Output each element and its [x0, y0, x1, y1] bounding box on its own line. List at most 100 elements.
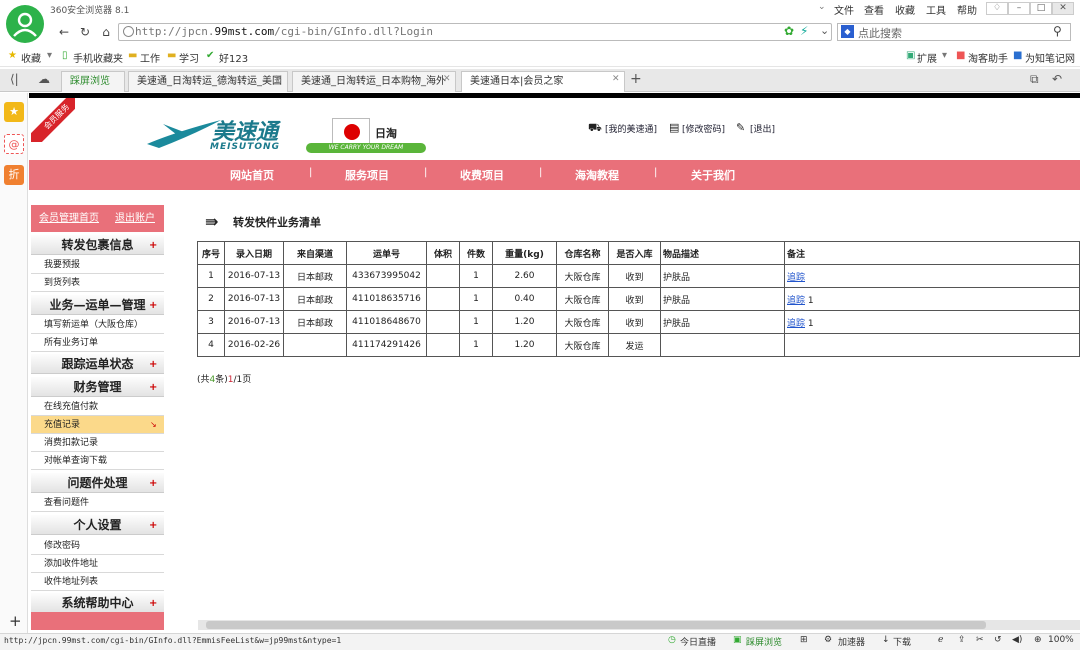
nav-fees[interactable]: 收费项目: [460, 167, 504, 183]
mail-icon[interactable]: @: [4, 134, 24, 154]
track-link[interactable]: 追踪: [787, 319, 805, 329]
tab-close-icon[interactable]: ✕: [612, 74, 620, 84]
menu-view[interactable]: 查看: [864, 2, 884, 17]
bookmark-mobile[interactable]: 手机收藏夹: [73, 50, 123, 65]
tab-page-2[interactable]: 美速通_日淘转运_日本购物_海外: [292, 71, 456, 92]
discount-icon[interactable]: 折: [4, 165, 24, 185]
my-account-link[interactable]: [我的美速通]: [605, 122, 657, 135]
nav-about[interactable]: 关于我们: [691, 167, 735, 183]
sidebar-item-statements[interactable]: 对帐单查询下载: [31, 452, 164, 470]
member-home-link[interactable]: 会员管理首页: [39, 209, 99, 224]
close-icon[interactable]: ✕: [1052, 2, 1074, 15]
sidebar-item-all-orders[interactable]: 所有业务订单: [31, 334, 164, 352]
sidebar-item-deductions[interactable]: 消费扣款记录: [31, 434, 164, 452]
chevron-down-icon[interactable]: ▾: [47, 50, 52, 61]
track-link[interactable]: 追踪: [787, 296, 805, 306]
bookmark-work[interactable]: 工作: [140, 50, 160, 65]
network-icon[interactable]: ⊞: [800, 635, 808, 645]
nav-home[interactable]: 网站首页: [230, 167, 274, 183]
add-icon[interactable]: +: [9, 612, 22, 630]
status-live[interactable]: 今日直播: [680, 635, 716, 648]
bookmark-wiznote[interactable]: 为知笔记网: [1025, 50, 1075, 65]
sidebar-section-finance[interactable]: 财务管理: [31, 377, 164, 397]
screenshot-icon[interactable]: ✂: [976, 635, 984, 645]
status-reading-mode[interactable]: 踩屏浏览: [746, 635, 782, 648]
cell-weight: 0.40: [492, 287, 557, 311]
bookmark-taoke[interactable]: 淘客助手: [968, 50, 1008, 65]
track-link[interactable]: 追踪: [787, 273, 805, 283]
lightning-icon[interactable]: ⚡: [800, 24, 808, 38]
ie-mode-icon[interactable]: ℯ: [938, 635, 943, 645]
maximize-icon[interactable]: □: [1030, 2, 1052, 15]
expand-icon[interactable]: +: [149, 598, 157, 609]
restore-tabs-icon[interactable]: ⧉: [1030, 72, 1039, 87]
sidebar-section-issues[interactable]: 问题件处理: [31, 473, 164, 493]
sidebar-toggle-icon[interactable]: ⟨|: [10, 72, 19, 86]
share-icon[interactable]: ⇪: [958, 635, 966, 645]
tab-page-3[interactable]: 美速通日本|会员之家: [461, 71, 625, 92]
cell-channel: 日本邮政: [283, 287, 347, 311]
logout-link[interactable]: [退出]: [750, 122, 775, 135]
menu-favorites[interactable]: 收藏: [895, 2, 915, 17]
nav-services[interactable]: 服务项目: [345, 167, 389, 183]
new-tab-icon[interactable]: +: [630, 71, 642, 87]
menu-tools[interactable]: 工具: [926, 2, 946, 17]
tab-close-icon[interactable]: ✕: [443, 74, 451, 84]
status-accelerator[interactable]: 加速器: [838, 635, 865, 648]
back-icon[interactable]: ←: [55, 24, 73, 40]
volume-icon[interactable]: ◀): [1012, 635, 1022, 645]
sidebar-item-add-address[interactable]: 添加收件地址: [31, 555, 164, 573]
sidebar-item-recharge[interactable]: 在线充值付款: [31, 398, 164, 416]
sidebar-item-view-issues[interactable]: 查看问题件: [31, 494, 164, 512]
sidebar-section-help[interactable]: 系统帮助中心: [31, 593, 164, 613]
dropdown-icon[interactable]: ⌄: [820, 24, 829, 37]
search-engine-icon[interactable]: ◆: [841, 25, 854, 38]
bookmark-extensions[interactable]: 扩展: [917, 50, 937, 65]
tab-close-icon[interactable]: ✕: [275, 74, 283, 84]
sidebar-section-settings[interactable]: 个人设置: [31, 515, 164, 535]
zoom-icon[interactable]: ⊕: [1034, 635, 1042, 645]
bookmark-hao123[interactable]: 好123: [219, 50, 248, 65]
minimize-icon[interactable]: –: [1008, 2, 1030, 15]
expand-icon[interactable]: +: [149, 382, 157, 393]
sidebar-section-parcel[interactable]: 转发包裹信息: [31, 235, 164, 255]
status-download[interactable]: 下载: [893, 635, 911, 648]
undo-icon[interactable]: ↶: [1052, 72, 1062, 86]
shield-icon[interactable]: ✿: [784, 24, 794, 38]
expand-icon[interactable]: +: [149, 520, 157, 531]
search-icon[interactable]: ⚲: [1053, 24, 1062, 38]
sidebar-section-tracking[interactable]: 跟踪运单状态: [31, 354, 164, 374]
sidebar-item-new-waybill[interactable]: 填写新运单（大阪仓库）: [31, 316, 164, 334]
tab-reading-mode[interactable]: 踩屏浏览: [61, 71, 125, 92]
logout-account-link[interactable]: 退出账户: [115, 209, 155, 224]
sidebar-item-address-list[interactable]: 收件地址列表: [31, 573, 164, 591]
scrollbar-thumb[interactable]: [206, 621, 986, 629]
skin-icon[interactable]: ♢: [986, 2, 1008, 15]
nav-tutorial[interactable]: 海淘教程: [575, 167, 619, 183]
undo-close-icon[interactable]: ↺: [994, 635, 1002, 645]
change-password-link[interactable]: [修改密码]: [682, 122, 725, 135]
menu-file[interactable]: 文件: [834, 2, 854, 17]
sidebar-item-change-password[interactable]: 修改密码: [31, 537, 164, 555]
sidebar-item-forecast[interactable]: 我要预报: [31, 256, 164, 274]
expand-icon[interactable]: +: [149, 240, 157, 251]
refresh-icon[interactable]: ↻: [76, 24, 94, 40]
sidebar-item-arrivals[interactable]: 到货列表: [31, 274, 164, 292]
user-avatar-icon[interactable]: [6, 5, 44, 43]
bookmark-favorites[interactable]: 收藏: [21, 50, 41, 65]
sidebar-section-orders[interactable]: 业务—运单—管理: [31, 295, 164, 315]
favorites-star-icon[interactable]: ★: [4, 102, 24, 122]
tab-page-1[interactable]: 美速通_日淘转运_德淘转运_美国: [128, 71, 288, 92]
menu-expand-icon[interactable]: ⌄: [818, 2, 826, 12]
chevron-down-icon[interactable]: ▾: [942, 50, 947, 61]
status-zoom[interactable]: 100%: [1048, 635, 1074, 645]
expand-icon[interactable]: +: [149, 478, 157, 489]
expand-icon[interactable]: +: [149, 300, 157, 311]
address-url[interactable]: http://jpcn.99mst.com/cgi-bin/GInfo.dll?…: [135, 25, 433, 38]
expand-icon[interactable]: +: [149, 359, 157, 370]
bookmark-study[interactable]: 学习: [179, 50, 199, 65]
sidebar-item-recharge-records[interactable]: 充值记录: [31, 416, 164, 434]
menu-help[interactable]: 帮助: [957, 2, 977, 17]
cloud-icon[interactable]: ☁: [38, 72, 50, 86]
home-icon[interactable]: ⌂: [97, 24, 115, 40]
